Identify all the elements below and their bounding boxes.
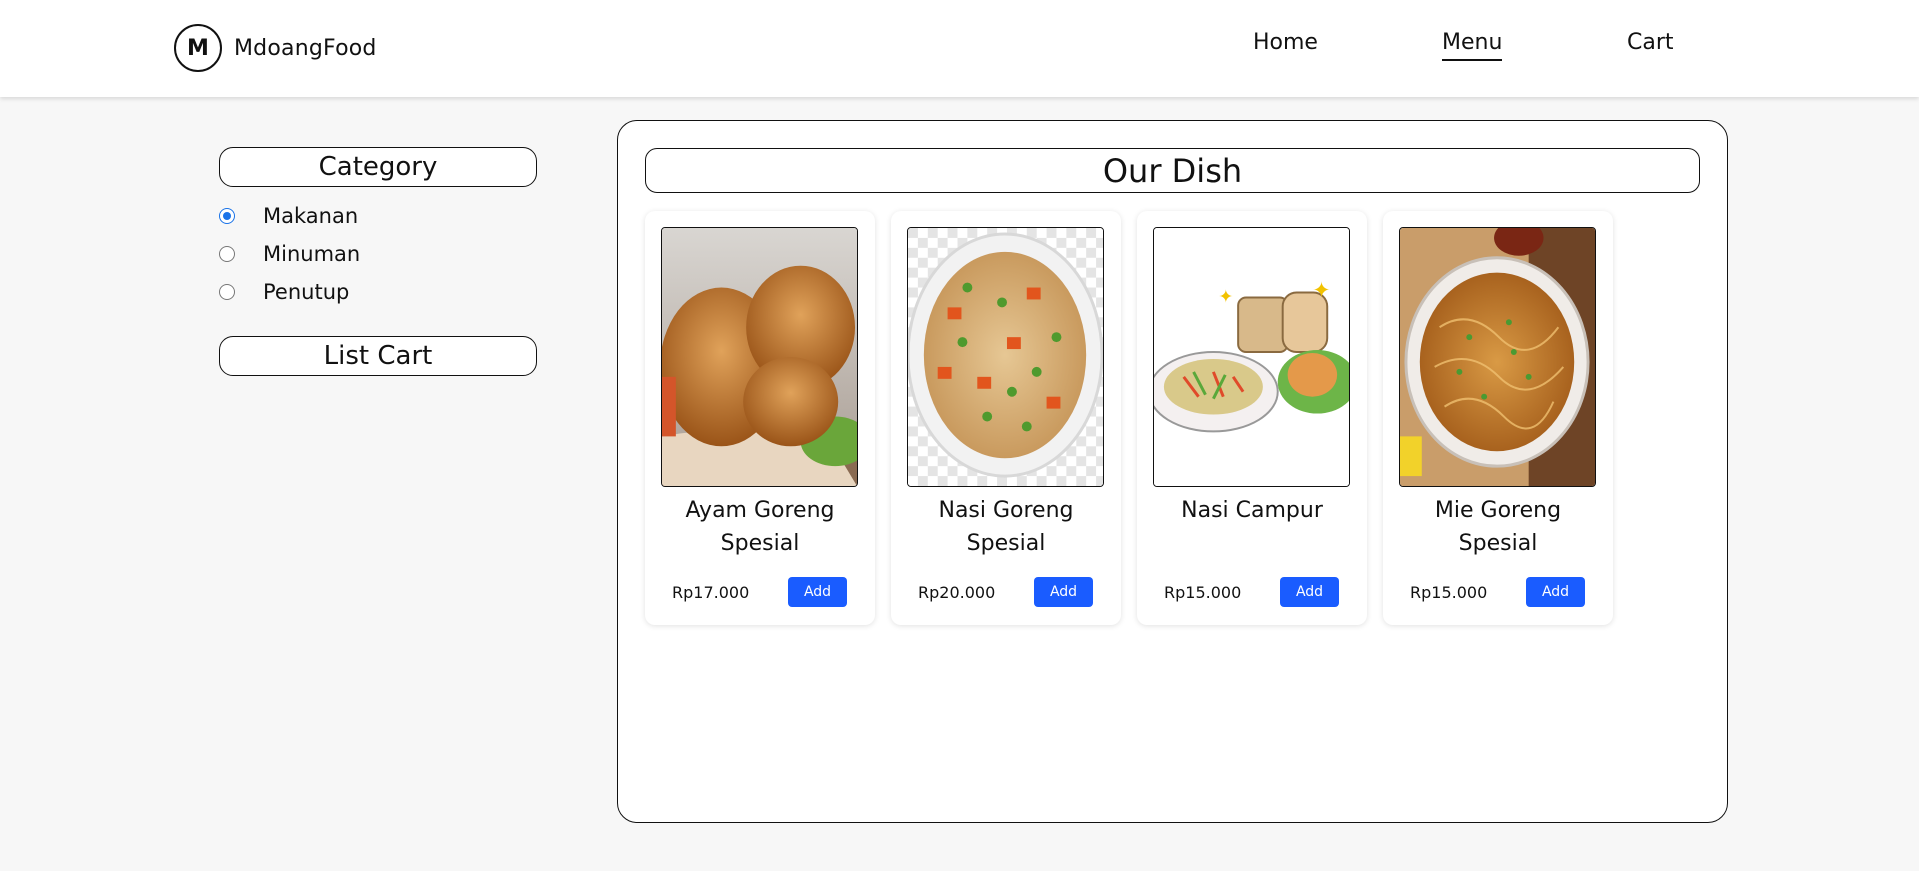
- list-cart-heading: List Cart: [219, 336, 537, 376]
- category-option-makanan[interactable]: Makanan: [219, 197, 537, 235]
- category-option-label: Penutup: [263, 280, 350, 304]
- nav-link-cart[interactable]: Cart: [1627, 30, 1674, 59]
- product-card: Mie Goreng Spesial Rp15.000 Add: [1383, 211, 1613, 625]
- dish-panel: Our Dish Ayam Goreng Spesial Rp17.000 Ad…: [617, 120, 1728, 823]
- nav-links: Home Menu Cart: [1230, 0, 1710, 97]
- svg-text:✦: ✦: [1218, 286, 1233, 307]
- product-price: Rp15.000: [1410, 583, 1488, 602]
- category-heading: Category: [219, 147, 537, 187]
- add-to-cart-button[interactable]: Add: [1526, 577, 1585, 607]
- brand-name: MdoangFood: [234, 35, 377, 61]
- product-name: Nasi Goreng Spesial: [938, 498, 1074, 556]
- product-name: Mie Goreng Spesial: [1434, 498, 1562, 556]
- fried-noodles-image: [1399, 227, 1596, 487]
- nav-link-home[interactable]: Home: [1253, 30, 1318, 59]
- svg-text:✦: ✦: [1312, 278, 1330, 303]
- product-price: Rp15.000: [1164, 583, 1242, 602]
- mixed-rice-image: ✦ ✦: [1153, 227, 1350, 487]
- category-option-label: Minuman: [263, 242, 361, 266]
- add-to-cart-button[interactable]: Add: [1034, 577, 1093, 607]
- product-name: Nasi Campur: [1181, 498, 1323, 523]
- product-card: Nasi Goreng Spesial Rp20.000 Add: [891, 211, 1121, 625]
- product-card: Ayam Goreng Spesial Rp17.000 Add: [645, 211, 875, 625]
- page-title: Our Dish: [645, 148, 1700, 193]
- fried-rice-image: [907, 227, 1104, 487]
- fried-chicken-image: [661, 227, 858, 487]
- category-option-penutup[interactable]: Penutup: [219, 273, 537, 311]
- brand-link[interactable]: M MdoangFood: [174, 24, 377, 72]
- nav-link-menu[interactable]: Menu: [1442, 30, 1503, 61]
- product-card: ✦ ✦ Nasi Campur Rp15.000 Add: [1137, 211, 1367, 625]
- product-price: Rp20.000: [918, 583, 996, 602]
- sidebar: Category Makanan Minuman Penutup List Ca…: [219, 147, 537, 376]
- category-option-minuman[interactable]: Minuman: [219, 235, 537, 273]
- add-to-cart-button[interactable]: Add: [1280, 577, 1339, 607]
- category-option-label: Makanan: [263, 204, 359, 228]
- radio-button[interactable]: [219, 284, 235, 300]
- add-to-cart-button[interactable]: Add: [788, 577, 847, 607]
- radio-button[interactable]: [219, 208, 235, 224]
- product-name: Ayam Goreng Spesial: [685, 498, 835, 556]
- radio-button[interactable]: [219, 246, 235, 262]
- brand-logo: M: [174, 24, 222, 72]
- product-price: Rp17.000: [672, 583, 750, 602]
- navbar: M MdoangFood Home Menu Cart: [0, 0, 1919, 97]
- category-radio-group: Makanan Minuman Penutup: [219, 197, 537, 311]
